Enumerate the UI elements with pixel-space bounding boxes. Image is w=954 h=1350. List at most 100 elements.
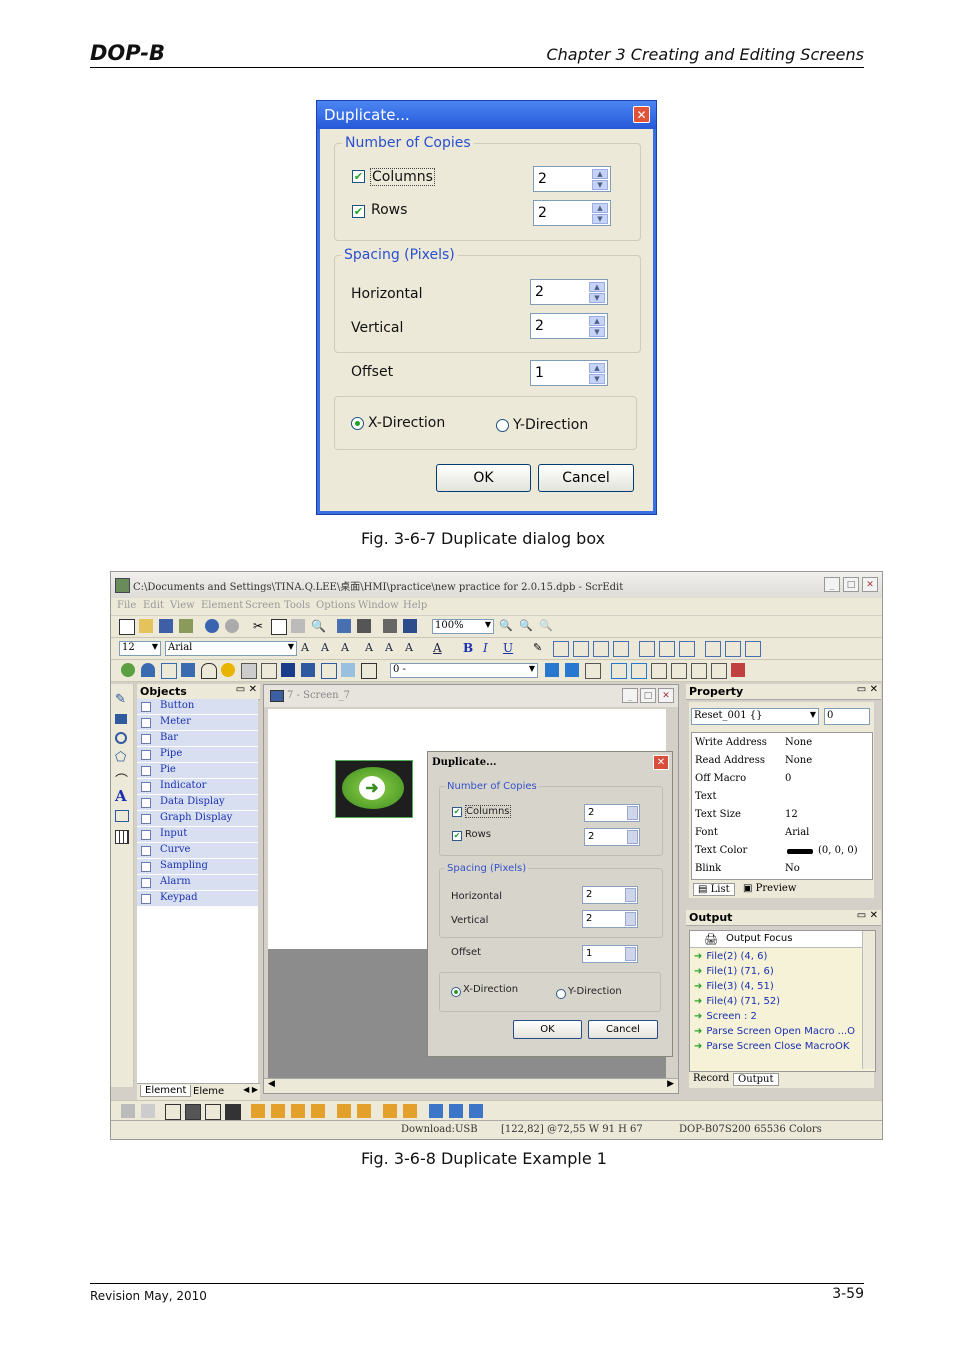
maximize-icon[interactable]: □ <box>843 577 859 592</box>
align-left-icon[interactable] <box>553 641 569 657</box>
property-row[interactable]: Blink No <box>692 861 862 879</box>
curve-element-icon[interactable] <box>301 663 315 677</box>
compile-icon[interactable] <box>403 619 417 633</box>
table-icon[interactable] <box>115 830 129 844</box>
align-h-icon[interactable] <box>271 1104 285 1118</box>
ungroup-icon[interactable] <box>141 1104 155 1118</box>
horizontal-spinner[interactable]: 2 <box>582 886 638 904</box>
align-center-icon[interactable] <box>573 641 589 657</box>
polygon-icon[interactable]: ⬠ <box>115 750 126 765</box>
open-folder-icon[interactable] <box>139 619 153 633</box>
spin-up-icon[interactable]: ▲ <box>589 363 605 373</box>
columns-spinner[interactable]: 2 <box>584 804 640 822</box>
spin-arrows-icon[interactable] <box>627 830 638 844</box>
spin-arrows-icon[interactable] <box>627 806 638 820</box>
spin-up-icon[interactable]: ▲ <box>592 203 608 213</box>
y-direction-radio[interactable] <box>556 989 566 999</box>
property-row[interactable]: Font Arial <box>692 825 862 843</box>
circle-icon[interactable] <box>115 732 127 744</box>
send-back-icon[interactable] <box>185 1104 201 1120</box>
panel-close-icon[interactable]: ▭ ✕ <box>857 684 878 695</box>
property-row[interactable]: Write Address None <box>692 735 862 753</box>
list-item[interactable]: Data Display <box>137 795 258 810</box>
meter-element-icon[interactable] <box>141 663 155 677</box>
list-item[interactable]: Pipe <box>137 747 258 762</box>
list-item[interactable]: ➜ Parse Screen Open Macro ...O <box>694 1026 855 1037</box>
align-right-icon[interactable] <box>593 641 609 657</box>
x-direction-radio[interactable] <box>451 987 461 997</box>
undo-icon[interactable] <box>205 619 219 633</box>
rows-checkbox[interactable]: ✔ <box>352 205 365 218</box>
distribute-icon[interactable] <box>679 641 695 657</box>
spin-up-icon[interactable]: ▲ <box>592 169 608 179</box>
redo-icon[interactable] <box>225 619 239 633</box>
tab-output[interactable]: Output <box>733 1073 779 1086</box>
tab-record[interactable]: Record <box>693 1073 729 1084</box>
close-icon[interactable]: ✕ <box>653 755 669 770</box>
align-top-icon[interactable] <box>613 641 629 657</box>
font-size-select[interactable]: 12 ▼ <box>119 641 161 656</box>
font-name-select[interactable]: Arial ▼ <box>165 641 297 656</box>
spin-down-icon[interactable]: ▼ <box>589 293 605 303</box>
property-row[interactable]: Off Macro 0 <box>692 771 862 789</box>
menu-file[interactable]: File <box>117 600 136 611</box>
list-item[interactable]: Input <box>137 827 258 842</box>
save-icon[interactable] <box>159 619 173 633</box>
menu-view[interactable]: View <box>170 600 195 611</box>
list-item[interactable]: Button <box>137 699 258 714</box>
list-item[interactable]: ➜ File(1) (71, 6) <box>694 966 774 977</box>
prev-screen-icon[interactable] <box>611 663 627 679</box>
same-height-icon[interactable] <box>725 641 741 657</box>
rectangle-icon[interactable] <box>115 714 127 724</box>
copy-icon[interactable] <box>271 619 287 635</box>
menu-edit[interactable]: Edit <box>143 600 164 611</box>
state-1-icon[interactable] <box>565 663 579 677</box>
pie-element-icon[interactable] <box>201 663 217 679</box>
screen-copy-icon[interactable] <box>691 663 707 679</box>
align-middle-icon[interactable] <box>639 641 655 657</box>
close-icon[interactable]: ✕ <box>633 106 650 123</box>
bring-forward-icon[interactable] <box>205 1104 221 1120</box>
mirror-icon[interactable] <box>449 1104 463 1118</box>
screen-list-icon[interactable] <box>651 663 667 679</box>
menu-element[interactable]: Element <box>201 600 243 611</box>
screen-move-icon[interactable] <box>711 663 727 679</box>
state-spinner[interactable]: 0 <box>824 708 870 725</box>
same-size-icon[interactable] <box>745 641 761 657</box>
scale-icon[interactable] <box>115 810 129 822</box>
font-grow-icon[interactable]: A <box>301 641 315 655</box>
cancel-button[interactable]: Cancel <box>538 464 634 492</box>
selected-button-element[interactable]: ➜ <box>335 760 413 818</box>
menu-tools[interactable]: Tools <box>284 600 310 611</box>
text-bottom-icon[interactable]: A <box>405 641 419 655</box>
state-select[interactable]: 0 - ▼ <box>390 663 538 678</box>
paste-icon[interactable] <box>291 619 305 633</box>
spin-arrows-icon[interactable] <box>625 888 636 902</box>
ok-button[interactable]: OK <box>513 1020 582 1039</box>
tab-element[interactable]: Element <box>140 1085 192 1097</box>
spin-down-icon[interactable]: ▼ <box>592 180 608 190</box>
space-h-icon[interactable] <box>337 1104 351 1118</box>
columns-spinner[interactable]: 2 ▲ ▼ <box>533 166 611 192</box>
spin-down-icon[interactable]: ▼ <box>589 327 605 337</box>
screen-delete-icon[interactable] <box>731 663 745 677</box>
bar-element-icon[interactable] <box>161 663 177 679</box>
tab-element-2[interactable]: Eleme <box>193 1086 224 1097</box>
underline-icon[interactable]: U <box>503 641 517 655</box>
same-width-icon[interactable] <box>705 641 721 657</box>
property-row[interactable]: Text Color (0, 0, 0) <box>692 843 862 861</box>
alarm-element-icon[interactable] <box>341 663 355 677</box>
columns-checkbox[interactable]: ✔ <box>452 807 462 817</box>
find-icon[interactable]: 🔍 <box>311 619 326 633</box>
list-item[interactable]: Keypad <box>137 891 258 906</box>
vertical-scrollbar[interactable] <box>862 931 875 1069</box>
button-element-icon[interactable] <box>121 663 135 677</box>
bring-front-icon[interactable] <box>165 1104 181 1120</box>
scale-tool-icon[interactable] <box>469 1104 483 1118</box>
element-select[interactable]: Reset_001 {} ▼ <box>691 708 819 725</box>
next-screen-icon[interactable] <box>631 663 647 679</box>
zoom-in-icon[interactable]: 🔍 <box>499 619 513 633</box>
offset-spinner[interactable]: 1 <box>582 945 638 963</box>
flip-h-icon[interactable] <box>383 1104 397 1118</box>
state-0-icon[interactable] <box>545 663 559 677</box>
